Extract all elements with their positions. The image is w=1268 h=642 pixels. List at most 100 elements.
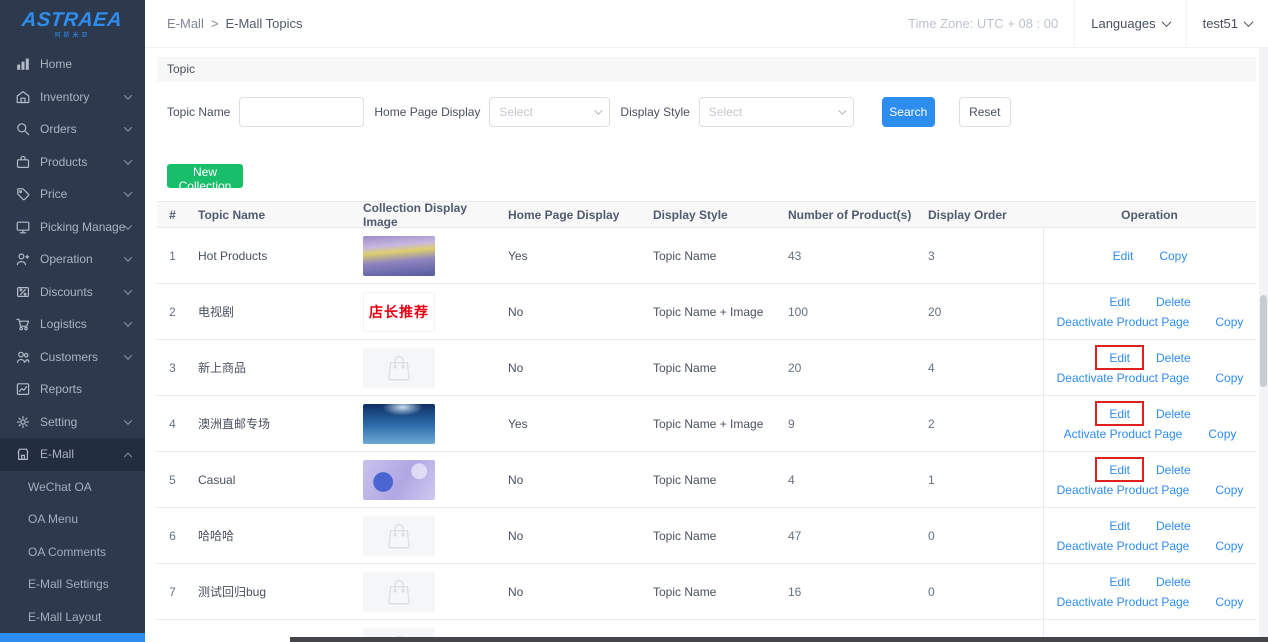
copy-link[interactable]: Copy <box>1159 249 1187 263</box>
edit-link[interactable]: Edit <box>1109 407 1130 421</box>
delete-link[interactable]: Delete <box>1156 519 1191 533</box>
search-icon <box>16 122 30 136</box>
sidebar-subitem-active-partial[interactable] <box>0 633 145 642</box>
delete-link[interactable]: Delete <box>1156 463 1191 477</box>
chevron-down-icon <box>124 254 132 262</box>
num-products-cell: 43 <box>778 228 918 283</box>
deactivate-product-page-link[interactable]: Deactivate Product Page <box>1057 315 1190 329</box>
sidebar-item-discounts[interactable]: Discounts <box>0 276 145 309</box>
sidebar-item-customers[interactable]: Customers <box>0 341 145 374</box>
app-logo: ASTRAEA 阿斯米亚 <box>0 0 145 48</box>
sidebar-subitem-oa-comments[interactable]: OA Comments <box>0 536 145 569</box>
delete-link[interactable]: Delete <box>1156 351 1191 365</box>
row-index: 3 <box>157 340 188 395</box>
deactivate-product-page-link[interactable]: Deactivate Product Page <box>1057 371 1190 385</box>
column-header-collection-display-image: Collection Display Image <box>361 202 498 227</box>
sidebar-item-products[interactable]: Products <box>0 146 145 179</box>
collection-image: 店长推荐 <box>363 292 435 332</box>
sidebar-item-picking-manage[interactable]: Picking Manage <box>0 211 145 244</box>
copy-link[interactable]: Copy <box>1215 371 1243 385</box>
sidebar-item-label: Logistics <box>40 317 87 331</box>
search-button[interactable]: Search <box>882 97 935 127</box>
column-header-number-of-product-s: Number of Product(s) <box>778 202 918 227</box>
sidebar-subitem-e-mall-layout[interactable]: E-Mall Layout <box>0 601 145 634</box>
delete-link[interactable]: Delete <box>1156 407 1191 421</box>
sidebar-item-label: Operation <box>40 252 93 266</box>
sidebar-subitem-e-mall-settings[interactable]: E-Mall Settings <box>0 568 145 601</box>
collection-image <box>363 236 435 276</box>
chevron-down-icon <box>838 106 846 114</box>
collection-image-cell <box>361 340 498 395</box>
sidebar-item-label: E-Mall <box>40 447 74 461</box>
deactivate-product-page-link[interactable]: Deactivate Product Page <box>1057 483 1190 497</box>
topic-name-label: Topic Name <box>167 105 230 119</box>
chevron-down-icon <box>124 221 132 229</box>
copy-link[interactable]: Copy <box>1208 427 1236 441</box>
edit-link[interactable]: Edit <box>1113 249 1134 263</box>
table-row: 6哈哈哈NoTopic Name470EditDeleteDeactivate … <box>157 508 1256 564</box>
sidebar-subitem-wechat-oa[interactable]: WeChat OA <box>0 471 145 504</box>
sidebar-item-reports[interactable]: Reports <box>0 373 145 406</box>
edit-link[interactable]: Edit <box>1109 519 1130 533</box>
sidebar-item-inventory[interactable]: Inventory <box>0 81 145 114</box>
price-tag-icon <box>16 187 30 201</box>
topic-name-cell: Hot Products <box>188 228 361 283</box>
sidebar-item-e-mall[interactable]: E-Mall <box>0 438 145 471</box>
copy-link[interactable]: Copy <box>1215 483 1243 497</box>
home-page-display-label: Home Page Display <box>374 105 480 119</box>
display-style-select[interactable]: Select <box>699 97 854 127</box>
num-products-cell: 16 <box>778 564 918 619</box>
display-order-cell: 1 <box>918 452 1043 507</box>
deactivate-product-page-link[interactable]: Deactivate Product Page <box>1057 539 1190 553</box>
column-header-display-style: Display Style <box>643 202 778 227</box>
row-index: 8 <box>157 620 188 642</box>
edit-link[interactable]: Edit <box>1109 351 1130 365</box>
breadcrumb-current: E-Mall Topics <box>225 16 302 31</box>
warehouse-icon <box>16 90 30 104</box>
chevron-down-icon <box>124 189 132 197</box>
vertical-scrollbar[interactable] <box>1259 48 1268 637</box>
table-row: 1Hot ProductsYesTopic Name433EditCopy <box>157 228 1256 284</box>
delete-link[interactable]: Delete <box>1156 575 1191 589</box>
bar-chart-icon <box>16 57 30 71</box>
copy-link[interactable]: Copy <box>1215 315 1243 329</box>
topic-name-cell: 测试回归bug <box>188 564 361 619</box>
sidebar-subitem-oa-menu[interactable]: OA Menu <box>0 503 145 536</box>
table-row: 2电视剧店长推荐NoTopic Name + Image10020EditDel… <box>157 284 1256 340</box>
display-style-cell: Topic Name <box>643 564 778 619</box>
sidebar: ASTRAEA 阿斯米亚 HomeInventoryOrdersProducts… <box>0 0 145 642</box>
operation-cell: Edit Delete Deactivate Product Page Copy <box>1043 284 1256 339</box>
user-menu[interactable]: test51 <box>1186 0 1268 48</box>
display-style-cell: Topic Name <box>643 508 778 563</box>
copy-link[interactable]: Copy <box>1215 539 1243 553</box>
sidebar-item-logistics[interactable]: Logistics <box>0 308 145 341</box>
sidebar-item-operation[interactable]: Operation <box>0 243 145 276</box>
breadcrumb-root[interactable]: E-Mall <box>167 16 204 31</box>
operation-cell: Edit Delete Deactivate Product Page Copy <box>1043 508 1256 563</box>
sidebar-item-label: Discounts <box>40 285 93 299</box>
deactivate-product-page-link[interactable]: Deactivate Product Page <box>1057 595 1190 609</box>
breadcrumb-separator: > <box>211 16 219 31</box>
activate-product-page-link[interactable]: Activate Product Page <box>1064 427 1183 441</box>
reset-button[interactable]: Reset <box>959 97 1011 127</box>
app-root: ASTRAEA 阿斯米亚 HomeInventoryOrdersProducts… <box>0 0 1268 642</box>
vertical-scrollbar-thumb[interactable] <box>1260 295 1267 387</box>
horizontal-scrollbar[interactable] <box>290 637 1268 642</box>
languages-dropdown[interactable]: Languages <box>1074 0 1185 48</box>
display-order-cell: 20 <box>918 284 1043 339</box>
sidebar-item-home[interactable]: Home <box>0 48 145 81</box>
topic-name-cell: 澳洲直邮专场 <box>188 396 361 451</box>
delete-link[interactable]: Delete <box>1156 295 1191 309</box>
home-page-display-select[interactable]: Select <box>489 97 610 127</box>
new-collection-button[interactable]: New Collection <box>167 164 243 188</box>
sidebar-item-setting[interactable]: Setting <box>0 406 145 439</box>
topic-name-input[interactable] <box>239 97 364 127</box>
edit-link[interactable]: Edit <box>1109 463 1130 477</box>
copy-link[interactable]: Copy <box>1215 595 1243 609</box>
num-products-cell: 9 <box>778 396 918 451</box>
edit-link[interactable]: Edit <box>1109 575 1130 589</box>
sidebar-item-orders[interactable]: Orders <box>0 113 145 146</box>
sidebar-item-price[interactable]: Price <box>0 178 145 211</box>
topics-table: #Topic NameCollection Display ImageHome … <box>157 201 1256 642</box>
edit-link[interactable]: Edit <box>1109 295 1130 309</box>
